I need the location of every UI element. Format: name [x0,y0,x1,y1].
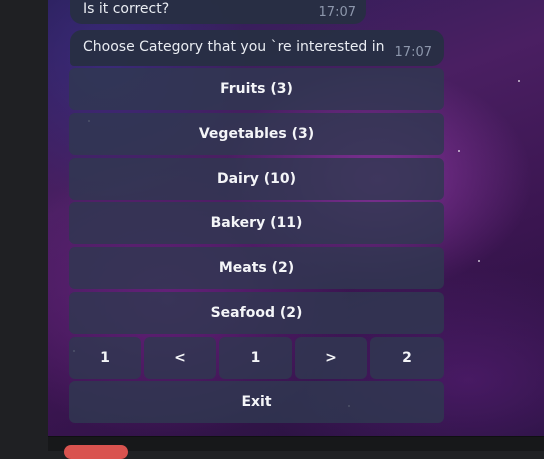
message-time: 17:07 [394,45,432,60]
category-button-vegetables[interactable]: Vegetables (3) [69,113,444,155]
message-bubble: Is it correct? 17:07 [70,0,366,24]
page-prev-button[interactable]: < [144,337,216,379]
star-decoration [478,260,480,262]
category-button-fruits[interactable]: Fruits (3) [69,68,444,110]
page-current-button[interactable]: 1 [219,337,292,379]
page-first-button[interactable]: 1 [69,337,141,379]
category-button-seafood[interactable]: Seafood (2) [69,292,444,334]
message-text: Is it correct? [83,1,170,17]
star-decoration [458,150,460,152]
page-next-button[interactable]: > [295,337,367,379]
category-button-meats[interactable]: Meats (2) [69,247,444,289]
message-time: 17:07 [318,5,356,20]
page-last-button[interactable]: 2 [370,337,444,379]
bottom-pill [64,445,128,459]
bottom-bar [48,436,544,459]
exit-button[interactable]: Exit [69,381,444,423]
message-text: Choose Category that you `re interested … [83,39,385,55]
category-button-dairy[interactable]: Dairy (10) [69,158,444,200]
star-decoration [518,80,520,82]
message-bubble: Choose Category that you `re interested … [70,30,444,66]
left-sidebar-strip [0,0,49,450]
category-button-bakery[interactable]: Bakery (11) [69,202,444,244]
